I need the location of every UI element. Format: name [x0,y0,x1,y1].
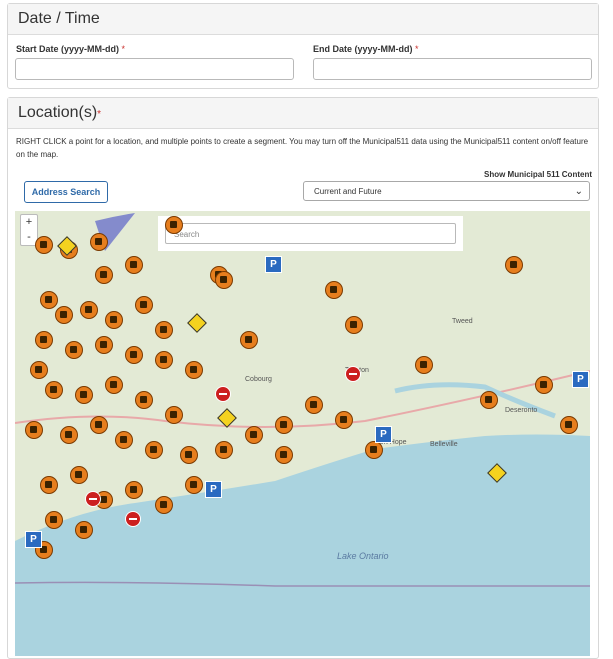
map-label-deseronto: Deseronto [505,407,538,414]
map-label-tweed: Tweed [452,318,473,325]
roadwork-marker-icon[interactable] [275,416,293,434]
roadwork-marker-icon[interactable] [365,441,383,459]
date-time-title: Date / Time [8,4,598,35]
map-canvas[interactable]: + - Search Tweed Belleville Deseronto Tr… [15,211,590,656]
zoom-in-button[interactable]: + [21,215,37,230]
no-entry-icon[interactable] [85,491,101,507]
end-date-label: End Date (yyyy-MM-dd) * [313,44,419,54]
roadwork-marker-icon[interactable] [155,351,173,369]
parking-icon[interactable]: P [572,371,589,388]
show-municipal-label: Show Municipal 511 Content [483,170,592,179]
roadwork-marker-icon[interactable] [90,233,108,251]
roadwork-marker-icon[interactable] [165,406,183,424]
roadwork-marker-icon[interactable] [65,341,83,359]
roadwork-marker-icon[interactable] [135,391,153,409]
roadwork-marker-icon[interactable] [145,441,163,459]
roadwork-marker-icon[interactable] [40,476,58,494]
map-instructions: RIGHT CLICK a point for a location, and … [16,137,589,159]
map-search-input[interactable]: Search [165,223,456,244]
roadwork-marker-icon[interactable] [180,446,198,464]
no-entry-icon[interactable] [125,511,141,527]
roadwork-marker-icon[interactable] [45,511,63,529]
start-date-label: Start Date (yyyy-MM-dd) * [16,44,125,54]
required-mark: * [121,44,126,54]
parking-icon[interactable]: P [205,481,222,498]
roadwork-marker-icon[interactable] [335,411,353,429]
parking-icon[interactable]: P [25,531,42,548]
roadwork-marker-icon[interactable] [345,316,363,334]
roadwork-marker-icon[interactable] [415,356,433,374]
roadwork-marker-icon[interactable] [75,521,93,539]
roadwork-marker-icon[interactable] [125,346,143,364]
roadwork-marker-icon[interactable] [95,336,113,354]
municipal-select-value: Current and Future [314,187,382,196]
roadwork-marker-icon[interactable] [105,311,123,329]
roadwork-marker-icon[interactable] [125,256,143,274]
roadwork-marker-icon[interactable] [75,386,93,404]
date-time-panel: Date / Time Start Date (yyyy-MM-dd) * En… [7,3,599,89]
roadwork-marker-icon[interactable] [185,361,203,379]
roadwork-marker-icon[interactable] [25,421,43,439]
map-label-cobourg: Cobourg [245,376,272,383]
address-search-button[interactable]: Address Search [24,181,108,203]
roadwork-marker-icon[interactable] [305,396,323,414]
chevron-down-icon: ⌄ [574,186,583,197]
roadwork-marker-icon[interactable] [55,306,73,324]
parking-icon[interactable]: P [265,256,282,273]
roadwork-marker-icon[interactable] [560,416,578,434]
municipal-content-select[interactable]: Current and Future ⌄ [303,181,590,201]
roadwork-marker-icon[interactable] [115,431,133,449]
required-mark: * [415,44,419,54]
roadwork-marker-icon[interactable] [480,391,498,409]
roadwork-marker-icon[interactable] [70,466,88,484]
end-date-label-text: End Date (yyyy-MM-dd) [313,44,413,54]
roadwork-marker-icon[interactable] [40,291,58,309]
roadwork-marker-icon[interactable] [60,426,78,444]
roadwork-marker-icon[interactable] [240,331,258,349]
map-label-lake-ontario: Lake Ontario [337,551,389,561]
locations-title: Location(s)* [8,98,598,129]
roadwork-marker-icon[interactable] [45,381,63,399]
roadwork-marker-icon[interactable] [35,331,53,349]
locations-panel: Location(s)* RIGHT CLICK a point for a l… [7,97,599,659]
roadwork-marker-icon[interactable] [95,266,113,284]
roadwork-marker-icon[interactable] [125,481,143,499]
roadwork-marker-icon[interactable] [35,236,53,254]
roadwork-marker-icon[interactable] [105,376,123,394]
roadwork-marker-icon[interactable] [90,416,108,434]
roadwork-marker-icon[interactable] [505,256,523,274]
no-entry-icon[interactable] [345,366,361,382]
roadwork-marker-icon[interactable] [535,376,553,394]
no-entry-icon[interactable] [215,386,231,402]
parking-icon[interactable]: P [375,426,392,443]
locations-title-text: Location(s) [18,104,98,121]
roadwork-marker-icon[interactable] [155,496,173,514]
roadwork-marker-icon[interactable] [185,476,203,494]
roadwork-marker-icon[interactable] [135,296,153,314]
roadwork-marker-icon[interactable] [245,426,263,444]
end-date-input[interactable] [313,58,592,80]
roadwork-marker-icon[interactable] [80,301,98,319]
start-date-input[interactable] [15,58,294,80]
roadwork-marker-icon[interactable] [325,281,343,299]
start-date-label-text: Start Date (yyyy-MM-dd) [16,44,120,54]
roadwork-marker-icon[interactable] [155,321,173,339]
roadwork-marker-icon[interactable] [215,441,233,459]
roadwork-marker-icon[interactable] [275,446,293,464]
required-mark: * [97,109,102,120]
roadwork-marker-icon[interactable] [30,361,48,379]
roadwork-marker-icon[interactable] [215,271,233,289]
roadwork-marker-icon[interactable] [165,216,183,234]
map-label-belleville: Belleville [430,441,458,448]
